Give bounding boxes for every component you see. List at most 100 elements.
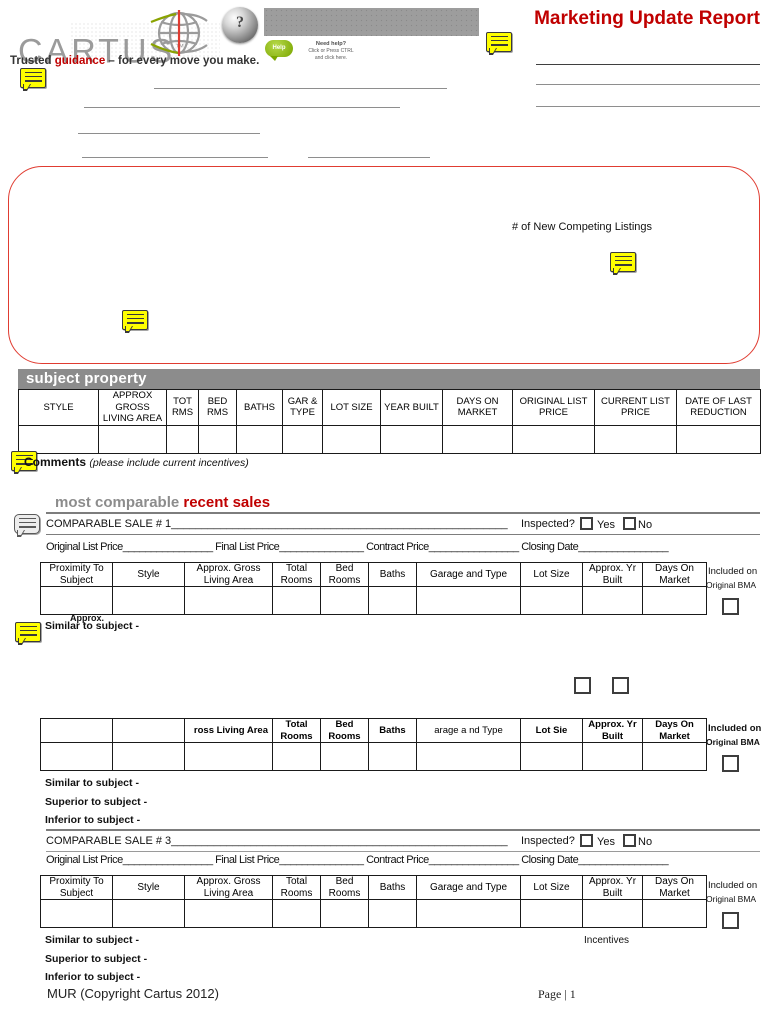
header-field-line-8[interactable]	[308, 157, 430, 158]
cell2-yr-built[interactable]	[582, 742, 643, 771]
included-on-bma-line1-sale1: Included on	[708, 566, 758, 577]
comment-note-icon-listings[interactable]	[610, 252, 636, 275]
cell1-proximity[interactable]	[40, 586, 113, 615]
cell3-bed-rooms[interactable]	[320, 899, 369, 928]
cell1-total-rooms[interactable]	[272, 586, 321, 615]
cell2-baths[interactable]	[368, 742, 417, 771]
cell1-lot-size[interactable]	[520, 586, 583, 615]
cell-baths[interactable]	[236, 424, 283, 454]
help-instructions: Need help? Click or Press CTRL and click…	[296, 41, 366, 61]
cell3-style[interactable]	[112, 899, 185, 928]
cell-date-of-last-reduction[interactable]	[676, 424, 761, 454]
cell2-total-rooms[interactable]	[272, 742, 321, 771]
cell3-garage-and-type[interactable]	[416, 899, 521, 928]
inspected-yes-checkbox-1[interactable]	[580, 517, 593, 530]
sale3-price-line[interactable]: Original List Price________________ Fina…	[46, 854, 669, 866]
included-on-bma-checkbox-sale2[interactable]	[722, 755, 739, 772]
cell2-garage-and-type[interactable]	[416, 742, 521, 771]
cell2-bed-rooms[interactable]	[320, 742, 369, 771]
comment-note-icon-sale1[interactable]	[14, 514, 40, 537]
header-field-line-4[interactable]	[154, 88, 447, 89]
cell-gar-type[interactable]	[282, 424, 323, 454]
cell3-total-rooms[interactable]	[272, 899, 321, 928]
similar-to-subject-sale2: Similar to subject -	[45, 777, 139, 789]
cell2-days-on-market[interactable]	[642, 742, 707, 771]
comment-note-icon-marketbox[interactable]	[122, 310, 148, 333]
help-badge-icon[interactable]: Help	[265, 40, 293, 61]
cell-current-list-price[interactable]	[594, 424, 677, 454]
comment-note-icon-similar1[interactable]	[15, 622, 41, 645]
cell-original-list-price[interactable]	[512, 424, 595, 454]
cell2-proximity[interactable]	[40, 742, 113, 771]
cell-year-built[interactable]	[380, 424, 443, 454]
inspected-no-checkbox-1[interactable]	[623, 517, 636, 530]
cell3-days-on-market[interactable]	[642, 899, 707, 928]
inspected-yes-checkbox-3[interactable]	[580, 834, 593, 847]
header-field-line-6[interactable]	[78, 133, 260, 134]
col-year-built: YEAR BUILT	[380, 389, 443, 426]
recent-sales-title-red: recent sales	[183, 494, 271, 511]
recent-sales-underline	[46, 512, 760, 514]
tagline-pre: Trusted	[10, 55, 55, 67]
cell3-gross-living-area[interactable]	[184, 899, 273, 928]
header-field-line-7[interactable]	[82, 157, 268, 158]
inspected-no-checkbox-3[interactable]	[623, 834, 636, 847]
cell-approx-gross-living-area[interactable]	[98, 424, 167, 454]
inspected-yes-checkbox-2[interactable]	[574, 677, 591, 694]
cell-tot-rms[interactable]	[166, 424, 199, 454]
recent-sales-title: most comparable recent sales	[55, 494, 270, 511]
header-field-line-1[interactable]	[536, 64, 760, 65]
recent-sales-title-gray: most comparable	[55, 494, 184, 511]
cell3-lot-size[interactable]	[520, 899, 583, 928]
col1-style: Style	[112, 562, 185, 587]
header-field-line-3[interactable]	[536, 106, 760, 107]
cell1-yr-built[interactable]	[582, 586, 643, 615]
inspected-no-checkbox-2[interactable]	[612, 677, 629, 694]
cell3-proximity[interactable]	[40, 899, 113, 928]
help-line-3: and click here.	[314, 54, 348, 61]
cell2-lot-size[interactable]	[520, 742, 583, 771]
cell2-gross-living-area[interactable]	[184, 742, 273, 771]
sale1-price-line[interactable]: Original List Price________________ Fina…	[46, 541, 669, 553]
help-orb-icon[interactable]	[222, 7, 258, 43]
comparable-sale-3-header-row: Proximity To Subject Style Approx. Gross…	[40, 875, 707, 900]
cell1-days-on-market[interactable]	[642, 586, 707, 615]
footer-copyright: MUR (Copyright Cartus 2012)	[47, 986, 219, 1001]
comparable-sale-1-value-row	[40, 586, 707, 615]
col2-garage-and-type: arage a nd Type	[416, 718, 521, 743]
col2-lot-size: Lot Sie	[520, 718, 583, 743]
sale3-top-divider	[46, 829, 760, 831]
col-baths: BATHS	[236, 389, 283, 426]
comparable-sale-3-value-row	[40, 899, 707, 928]
comparable-sale-1-heading[interactable]: COMPARABLE SALE # 1_____________________…	[46, 518, 508, 530]
header-field-line-5[interactable]	[84, 107, 400, 108]
comment-note-icon-header[interactable]	[20, 68, 46, 91]
cell-days-on-market[interactable]	[442, 424, 513, 454]
cell-style[interactable]	[18, 424, 99, 454]
header-field-line-2[interactable]	[536, 84, 760, 85]
cell1-bed-rooms[interactable]	[320, 586, 369, 615]
cell3-baths[interactable]	[368, 899, 417, 928]
col3-lot-size: Lot Size	[520, 875, 583, 900]
comment-note-icon-title[interactable]	[486, 32, 512, 55]
inspected-no-label-1: No	[638, 519, 653, 531]
sale1-divider	[46, 534, 760, 535]
cell1-style[interactable]	[112, 586, 185, 615]
cell-lot-size[interactable]	[322, 424, 381, 454]
col-gar-type: GAR & TYPE	[282, 389, 323, 426]
col-current-list-price: CURRENT LIST PRICE	[594, 389, 677, 426]
cell3-yr-built[interactable]	[582, 899, 643, 928]
comparable-sale-2-table: ross Living Area Total Rooms Bed Rooms B…	[40, 718, 707, 771]
inferior-to-subject-sale2: Inferior to subject -	[45, 814, 141, 826]
cell1-gross-living-area[interactable]	[184, 586, 273, 615]
included-on-bma-checkbox-sale1[interactable]	[722, 598, 739, 615]
col2-style	[112, 718, 185, 743]
comparable-sale-3-heading[interactable]: COMPARABLE SALE # 3_____________________…	[46, 835, 508, 847]
cell1-baths[interactable]	[368, 586, 417, 615]
cell1-garage-and-type[interactable]	[416, 586, 521, 615]
brand-tagline: Trusted guidance – for every move you ma…	[10, 55, 259, 67]
cell2-style[interactable]	[112, 742, 185, 771]
inspected-label-3: Inspected?	[521, 835, 575, 847]
included-on-bma-checkbox-sale3[interactable]	[722, 912, 739, 929]
cell-bed-rms[interactable]	[198, 424, 237, 454]
